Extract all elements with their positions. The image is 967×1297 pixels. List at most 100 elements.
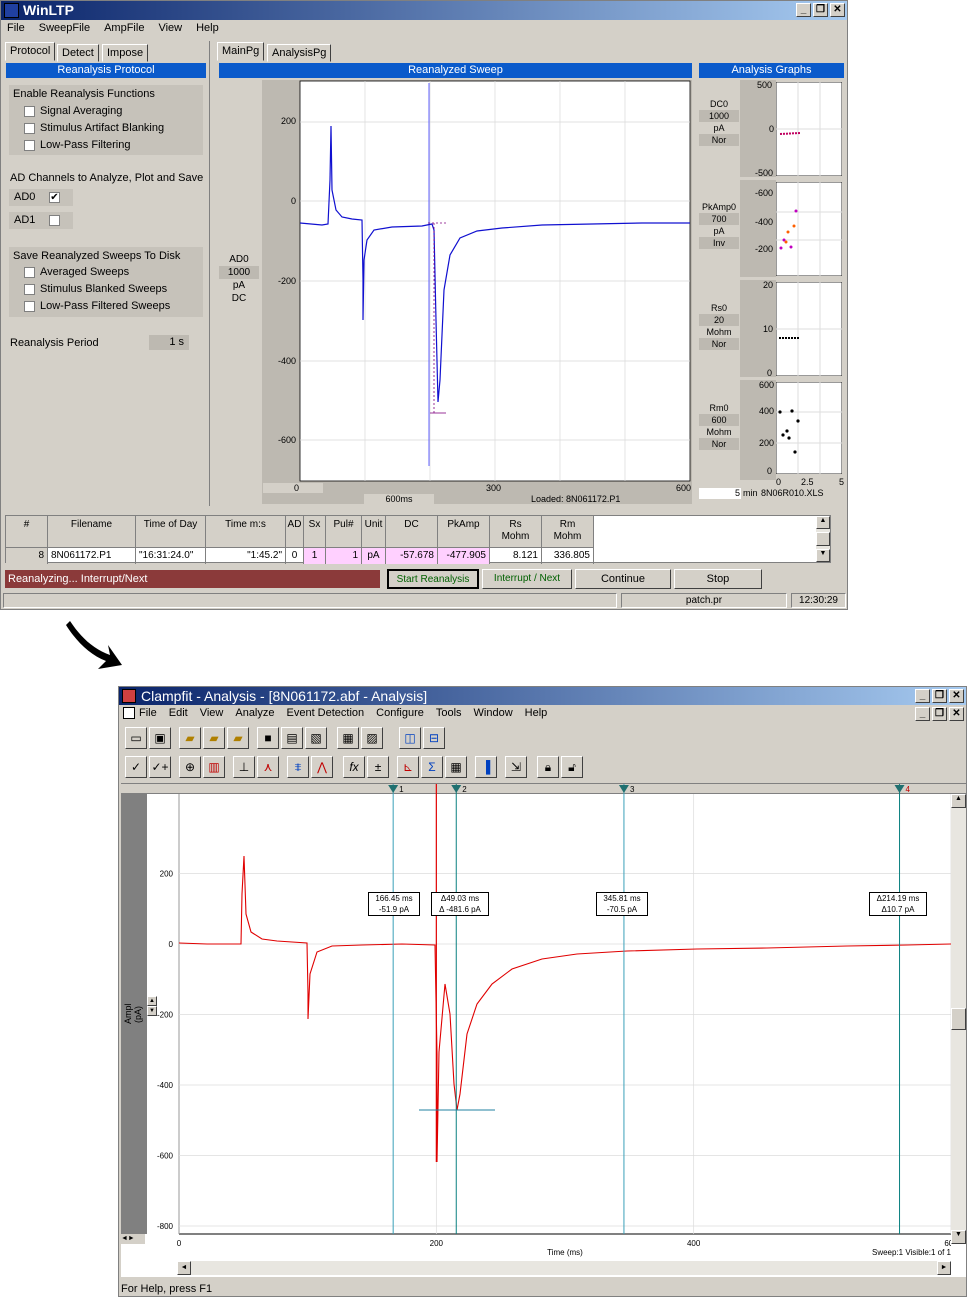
menu-configure[interactable]: Configure (376, 705, 424, 722)
table-row-dc[interactable]: -57.678 (386, 548, 438, 564)
close-icon[interactable]: ✕ (830, 3, 845, 17)
minimize-icon[interactable]: _ (915, 689, 930, 703)
channel-ad1[interactable]: AD1 (9, 212, 73, 229)
report-icon[interactable]: ▦ (337, 727, 359, 749)
rs0-scale[interactable]: 20 (699, 314, 739, 326)
scroll-thumb[interactable] (816, 532, 830, 546)
cursor-box-2[interactable]: Δ49.03 ms Δ -481.6 pA (431, 892, 489, 916)
table-row-unit[interactable]: pA (362, 548, 386, 564)
open-folder-icon[interactable]: ▰ (179, 727, 201, 749)
reanalysis-period-field[interactable]: 1 s (149, 335, 189, 350)
minimize-icon[interactable]: _ (796, 3, 811, 17)
interrupt-next-button[interactable]: Interrupt / Next (482, 569, 572, 589)
filtered-sweeps-option[interactable]: Low-Pass Filtered Sweeps (24, 300, 170, 312)
scroll-right-icon[interactable]: ► (937, 1261, 951, 1275)
doc-restore-icon[interactable]: ❐ (932, 707, 947, 721)
cursor-box-4[interactable]: Δ214.19 ms Δ10.7 pA (869, 892, 927, 916)
v-scrollbar[interactable]: ▲ ▼ (951, 794, 966, 1244)
start-reanalysis-button[interactable]: Start Reanalysis (387, 569, 479, 589)
cursor-marker-4[interactable] (894, 785, 905, 793)
stop-button[interactable]: Stop (674, 569, 762, 589)
table-row-time[interactable]: "1:45.2" (206, 548, 286, 564)
lowpass-filtering-option[interactable]: Low-Pass Filtering (24, 139, 130, 151)
menu-file[interactable]: File (139, 705, 157, 722)
rm0-scale[interactable]: 600 (699, 414, 739, 426)
cursor-marker-1[interactable] (388, 785, 399, 793)
chart-icon[interactable]: ▥ (203, 756, 225, 778)
cursor-box-3[interactable]: 345.81 ms -70.5 pA (596, 892, 648, 916)
signal-averaging-checkbox[interactable] (24, 105, 35, 117)
export-icon[interactable]: ⇲ (505, 756, 527, 778)
dc0-mode[interactable]: Nor (699, 134, 739, 146)
scroll-up-icon[interactable]: ▲ (951, 794, 966, 808)
menu-view[interactable]: View (158, 20, 182, 37)
winltp-titlebar[interactable]: WinLTP _ ❐ ✕ (1, 1, 847, 20)
check-plus-icon[interactable]: ✓+ (149, 756, 171, 778)
rs0-mode[interactable]: Nor (699, 338, 739, 350)
averaged-sweeps-checkbox[interactable] (24, 266, 35, 278)
channel-ad1-checkbox[interactable] (49, 215, 60, 226)
sum-icon[interactable]: Σ (421, 756, 443, 778)
menu-edit[interactable]: Edit (169, 705, 188, 722)
table-row-pkamp[interactable]: -477.905 (438, 548, 490, 564)
bar-icon[interactable]: ▐ (475, 756, 497, 778)
print-icon[interactable]: ▤ (281, 727, 303, 749)
table-row-rs[interactable]: 8.121 (490, 548, 542, 564)
scroll-down-icon[interactable]: ▼ (816, 549, 830, 562)
clampfit-titlebar[interactable]: Clampfit - Analysis - [8N061172.abf - An… (119, 687, 966, 705)
close-icon[interactable]: ✕ (949, 689, 964, 703)
graph-time-field[interactable]: 5 (699, 488, 741, 499)
restore-icon[interactable]: ❐ (932, 689, 947, 703)
area-icon[interactable]: ⋀ (311, 756, 333, 778)
doc-minimize-icon[interactable]: _ (915, 707, 930, 721)
artifact-blanking-option[interactable]: Stimulus Artifact Blanking (24, 122, 164, 134)
table-row-rm[interactable]: 336.805 (542, 548, 594, 564)
tab-detect[interactable]: Detect (57, 44, 99, 62)
menu-tools[interactable]: Tools (436, 705, 462, 722)
print-preview-icon[interactable]: ▧ (305, 727, 327, 749)
menu-help[interactable]: Help (196, 20, 219, 37)
table-row-index[interactable]: 8 (6, 548, 48, 564)
scroll-up-icon[interactable]: ▲ (816, 516, 830, 529)
table-row-pul[interactable]: 1 (326, 548, 362, 564)
averaged-sweeps-option[interactable]: Averaged Sweeps (24, 266, 129, 278)
menu-window[interactable]: Window (474, 705, 513, 722)
x-axis-buttons[interactable]: ◄► (121, 1234, 145, 1244)
filtered-sweeps-checkbox[interactable] (24, 300, 35, 312)
restore-icon[interactable]: ❐ (813, 3, 828, 17)
save-icon[interactable]: ■ (257, 727, 279, 749)
h-scrollbar[interactable]: ◄ ► (177, 1261, 951, 1275)
channel-ad0-checkbox[interactable]: ✔ (49, 192, 60, 203)
lowpass-filtering-checkbox[interactable] (24, 139, 35, 151)
baseline-icon[interactable]: ⊾ (397, 756, 419, 778)
copy-icon[interactable]: ▰ (203, 727, 225, 749)
rm0-mode[interactable]: Nor (699, 438, 739, 450)
artifact-blanking-checkbox[interactable] (24, 122, 35, 134)
table-row-sx[interactable]: 1 (304, 548, 326, 564)
table-row-filename[interactable]: 8N061172.P1 (48, 548, 136, 564)
cursor-icon[interactable]: ⊥ (233, 756, 255, 778)
unlock-icon[interactable]: 🔓︎ (561, 756, 583, 778)
blanked-sweeps-option[interactable]: Stimulus Blanked Sweeps (24, 283, 167, 295)
fit-icon[interactable]: ⋏ (257, 756, 279, 778)
tab-mainpg[interactable]: MainPg (217, 42, 265, 61)
histogram-icon[interactable]: ⩨ (287, 756, 309, 778)
cursor-box-1[interactable]: 166.45 ms -51.9 pA (368, 892, 420, 916)
table-icon[interactable]: ▦ (445, 756, 467, 778)
report2-icon[interactable]: ▨ (361, 727, 383, 749)
menu-sweepfile[interactable]: SweepFile (39, 20, 90, 37)
cursor-marker-2[interactable] (451, 785, 462, 793)
table-row-time-of-day[interactable]: "16:31:24.0" (136, 548, 206, 564)
tile-horizontal-icon[interactable]: ⊟ (423, 727, 445, 749)
open-group-icon[interactable]: ▰ (227, 727, 249, 749)
zoom-icon[interactable]: ⊕ (179, 756, 201, 778)
new-icon[interactable]: ▭ (125, 727, 147, 749)
tile-vertical-icon[interactable]: ◫ (399, 727, 421, 749)
table-scrollbar[interactable]: ▲ ▼ (816, 516, 830, 562)
menu-help[interactable]: Help (525, 705, 548, 722)
channel-scale[interactable]: 1000 (219, 266, 259, 279)
continue-button[interactable]: Continue (575, 569, 671, 589)
tab-impose[interactable]: Impose (102, 44, 149, 62)
menu-event-detection[interactable]: Event Detection (287, 705, 365, 722)
pkamp0-scale[interactable]: 700 (699, 213, 739, 225)
